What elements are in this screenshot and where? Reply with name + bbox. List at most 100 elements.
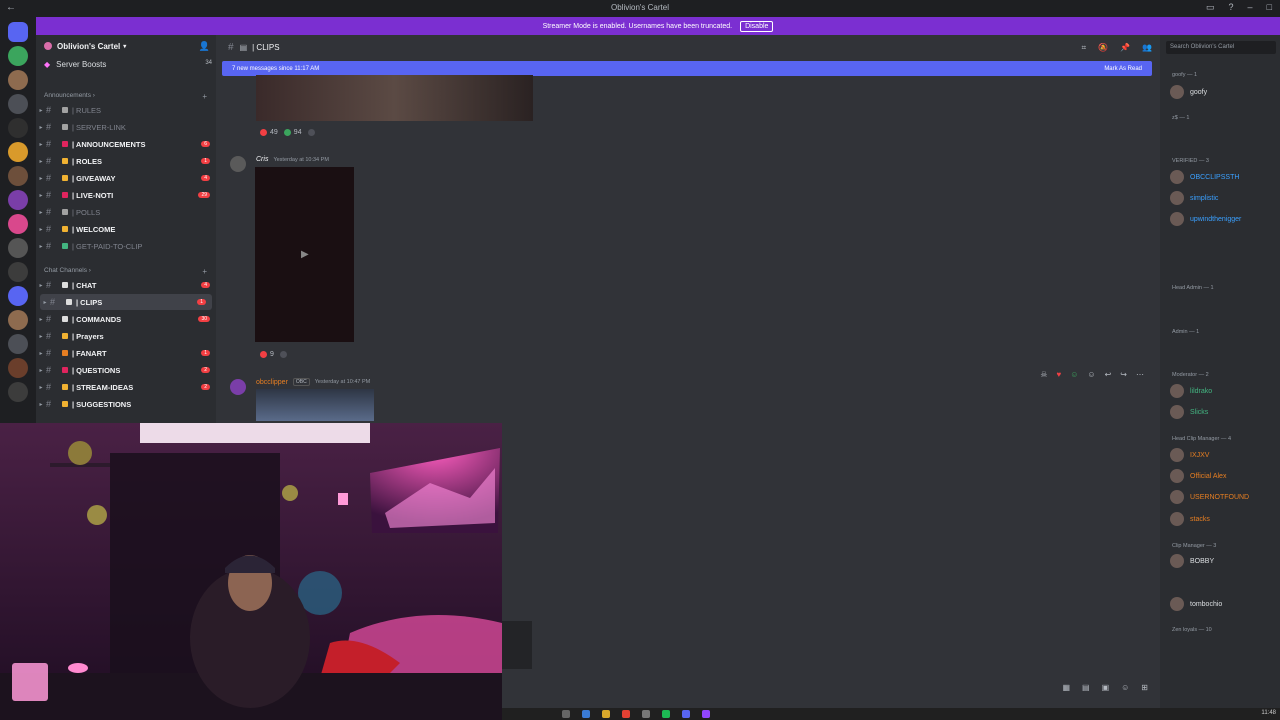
apps-icon[interactable]: ⊞ bbox=[1141, 683, 1148, 692]
server-icon[interactable] bbox=[8, 238, 28, 258]
channel-item[interactable]: ▸ # | COMMANDS 30 bbox=[36, 311, 216, 327]
message-author[interactable]: obcclipper bbox=[256, 379, 288, 386]
member-list-icon[interactable]: 👥 bbox=[1142, 43, 1152, 53]
notifications-icon[interactable]: 🔕 bbox=[1098, 43, 1108, 53]
channel-item[interactable]: ▸ # | ANNOUNCEMENTS 6 bbox=[36, 136, 216, 152]
channel-item[interactable]: ▸ # | SUGGESTIONS bbox=[36, 396, 216, 412]
server-icon[interactable] bbox=[8, 358, 28, 378]
new-messages-bar[interactable]: 7 new messages since 11:17 AM Mark As Re… bbox=[222, 61, 1152, 76]
channel-item[interactable]: ▸ # | ROLES 1 bbox=[36, 153, 216, 169]
skull-icon[interactable]: ☠ bbox=[1040, 370, 1047, 379]
add-channel-icon[interactable]: + bbox=[202, 92, 207, 101]
channel-item[interactable]: ▸ # | CLIPS 1 bbox=[40, 294, 212, 310]
member-item[interactable]: OBCCLIPSSTH bbox=[1170, 170, 1239, 184]
add-channel-icon[interactable]: + bbox=[202, 267, 207, 276]
task-view-icon[interactable] bbox=[562, 710, 570, 718]
server-icon[interactable] bbox=[8, 334, 28, 354]
server-icon[interactable] bbox=[8, 94, 28, 114]
member-item[interactable]: simplistic bbox=[1170, 191, 1218, 205]
gift-icon[interactable]: ▦ bbox=[1062, 683, 1070, 692]
channel-item[interactable]: ▸ # | FANART 1 bbox=[36, 345, 216, 361]
add-reaction-icon[interactable] bbox=[279, 351, 287, 358]
member-item[interactable]: BOBBY bbox=[1170, 554, 1214, 568]
edge-icon[interactable] bbox=[582, 710, 590, 718]
server-icon[interactable] bbox=[8, 214, 28, 234]
channel-item[interactable]: ▸ # | POLLS bbox=[36, 204, 216, 220]
mention-badge: 2 bbox=[201, 384, 210, 390]
help-icon[interactable]: ? bbox=[1229, 2, 1234, 13]
server-icon[interactable] bbox=[8, 70, 28, 90]
add-reaction-icon[interactable]: ☺ bbox=[1087, 370, 1095, 379]
member-item[interactable]: lildrako bbox=[1170, 384, 1212, 398]
server-boosts[interactable]: ◆ Server Boosts 34 bbox=[44, 60, 212, 69]
emoji-picker-icon[interactable]: ☺ bbox=[1121, 683, 1129, 692]
member-item[interactable]: USERNOTFOUND bbox=[1170, 490, 1249, 504]
more-icon[interactable]: ⋯ bbox=[1136, 370, 1144, 379]
disable-button[interactable]: Disable bbox=[740, 20, 774, 32]
server-icon[interactable] bbox=[8, 310, 28, 330]
server-icon[interactable] bbox=[8, 166, 28, 186]
channel-item[interactable]: ▸ # | STREAM-IDEAS 2 bbox=[36, 379, 216, 395]
channel-item[interactable]: ▸ # | GET-PAID-TO-CLIP bbox=[36, 238, 216, 254]
member-item[interactable]: goofy bbox=[1170, 85, 1207, 99]
file-explorer-icon[interactable] bbox=[602, 710, 610, 718]
server-icon[interactable] bbox=[8, 382, 28, 402]
server-icon[interactable] bbox=[8, 190, 28, 210]
channel-item[interactable]: ▸ # | SERVER-LINK bbox=[36, 119, 216, 135]
channel-item[interactable]: ▸ # | WELCOME bbox=[36, 221, 216, 237]
reply-icon[interactable]: ↩ bbox=[1105, 370, 1112, 379]
inbox-icon[interactable]: ▭ bbox=[1206, 2, 1215, 13]
pin-icon[interactable]: 📌 bbox=[1120, 43, 1130, 53]
threads-icon[interactable]: ⌗ bbox=[1082, 43, 1087, 53]
channel-item[interactable]: ▸ # | LIVE-NOTI 29 bbox=[36, 187, 216, 203]
minimize-icon[interactable]: – bbox=[1248, 2, 1253, 13]
forward-icon[interactable]: ↪ bbox=[1120, 370, 1127, 379]
category-chat-channels[interactable]: Chat Channels › + bbox=[44, 267, 209, 276]
clip-thumbnail[interactable] bbox=[256, 389, 374, 421]
member-item[interactable]: tombochio bbox=[1170, 597, 1222, 611]
store-icon[interactable] bbox=[642, 710, 650, 718]
avatar[interactable] bbox=[230, 379, 246, 395]
invite-icon[interactable]: 👤 bbox=[199, 41, 210, 52]
heart-icon[interactable]: ♥ bbox=[1057, 370, 1062, 379]
server-icon[interactable] bbox=[8, 118, 28, 138]
discord-icon[interactable] bbox=[682, 710, 690, 718]
gif-icon[interactable]: ▤ bbox=[1082, 683, 1090, 692]
video-embed[interactable]: ▶ bbox=[255, 167, 354, 342]
member-item[interactable]: IXJXV bbox=[1170, 448, 1209, 462]
server-icon[interactable] bbox=[8, 46, 28, 66]
add-reaction-icon[interactable] bbox=[307, 129, 315, 136]
guild-header[interactable]: Oblivion's Cartel ▾ 👤 bbox=[36, 35, 216, 57]
twitch-icon[interactable] bbox=[702, 710, 710, 718]
spotify-icon[interactable] bbox=[662, 710, 670, 718]
sticker-icon[interactable]: ▣ bbox=[1102, 683, 1110, 692]
member-item[interactable]: stacks bbox=[1170, 512, 1210, 526]
channel-item[interactable]: ▸ # | GIVEAWAY 4 bbox=[36, 170, 216, 186]
member-item[interactable]: Official Alex bbox=[1170, 469, 1226, 483]
chrome-icon[interactable] bbox=[622, 710, 630, 718]
emoji-icon[interactable]: ☺ bbox=[1070, 370, 1078, 379]
channel-item[interactable]: ▸ # | QUESTIONS 2 bbox=[36, 362, 216, 378]
server-icon[interactable] bbox=[8, 142, 28, 162]
server-icon[interactable] bbox=[8, 262, 28, 282]
channel-item[interactable]: ▸ # | RULES bbox=[36, 102, 216, 118]
reaction[interactable]: 49 bbox=[260, 129, 278, 136]
member-name: tombochio bbox=[1190, 600, 1223, 608]
member-item[interactable]: upwindthenigger bbox=[1170, 212, 1241, 226]
category-announcements[interactable]: Announcements › + bbox=[44, 92, 209, 101]
server-icon[interactable] bbox=[8, 286, 28, 306]
maximize-icon[interactable]: □ bbox=[1267, 2, 1272, 13]
channel-item[interactable]: ▸ # | Prayers bbox=[36, 328, 216, 344]
clip-thumbnail[interactable] bbox=[502, 621, 532, 669]
member-item[interactable]: Slicks bbox=[1170, 405, 1208, 419]
message-author[interactable]: Cris bbox=[256, 156, 268, 163]
mark-as-read-button[interactable]: Mark As Read bbox=[1104, 66, 1142, 72]
avatar[interactable] bbox=[230, 156, 246, 172]
reaction[interactable]: 9 bbox=[260, 351, 274, 358]
reaction[interactable]: 94 bbox=[283, 129, 302, 136]
channel-item[interactable]: ▸ # | CHAT 4 bbox=[36, 277, 216, 293]
search-input[interactable]: Search Oblivion's Cartel bbox=[1166, 41, 1276, 54]
home-icon[interactable] bbox=[8, 22, 28, 42]
clip-thumbnail[interactable] bbox=[256, 75, 533, 121]
play-icon[interactable]: ▶ bbox=[301, 249, 309, 260]
